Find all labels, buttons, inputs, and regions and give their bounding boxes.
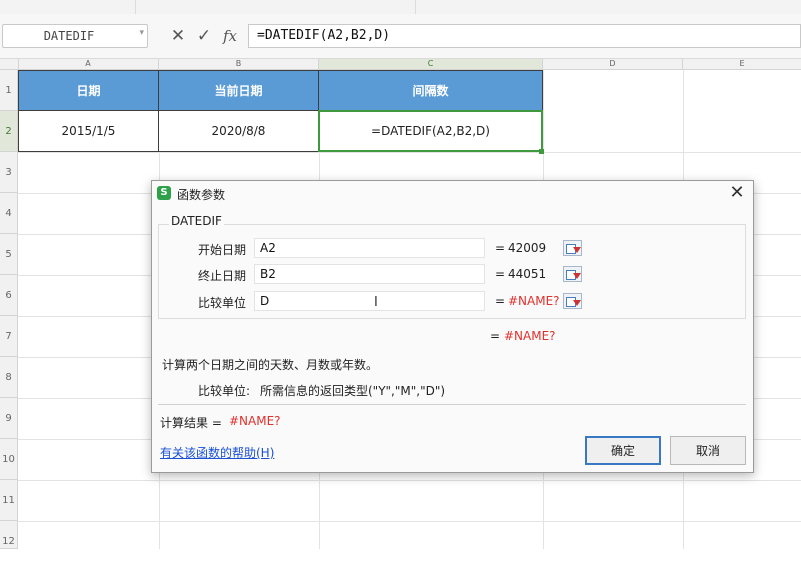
collapse-dialog-icon[interactable] <box>563 240 582 256</box>
arg-label-unit: 比较单位 <box>198 296 247 310</box>
cell-a2[interactable]: 2015/1/5 <box>18 110 159 152</box>
text-cursor-icon: I <box>374 295 378 310</box>
arg-result-end-date: 44051 <box>508 267 547 281</box>
arg-equals: = <box>495 267 506 281</box>
dialog-title-bar[interactable]: S 函数参数 ✕ <box>152 181 753 206</box>
close-icon[interactable]: ✕ <box>727 182 747 204</box>
arg-result-unit: #NAME? <box>508 294 560 308</box>
top-strip-segment <box>0 0 136 14</box>
dialog-title: 函数参数 <box>177 188 226 202</box>
row-header-3[interactable]: 3 <box>0 152 18 193</box>
x-icon[interactable]: ✕ <box>168 26 188 46</box>
row-header-7[interactable]: 7 <box>0 316 18 357</box>
column-header-e[interactable]: E <box>683 59 801 69</box>
cancel-button[interactable]: 取消 <box>670 436 746 465</box>
row-header-1[interactable]: 1 <box>0 70 18 111</box>
arg-input-unit[interactable]: D I <box>254 291 582 311</box>
row-header-11[interactable]: 11 <box>0 480 18 521</box>
top-strip <box>0 0 801 15</box>
arg-equals: = <box>495 241 506 255</box>
divider <box>158 404 746 405</box>
formula-text: =DATEDIF(A2,B2,D) <box>257 28 391 43</box>
select-all-corner[interactable] <box>0 59 19 69</box>
cell-a1[interactable]: 日期 <box>18 70 159 111</box>
arg-input-end-date[interactable]: B2 <box>254 264 582 284</box>
row-header-12[interactable]: 12 <box>0 521 18 549</box>
collapse-dialog-icon[interactable] <box>563 293 582 309</box>
calc-result-value: #NAME? <box>229 414 281 428</box>
collapse-dialog-icon[interactable] <box>563 266 582 282</box>
cell-c1[interactable]: 间隔数 <box>318 70 543 111</box>
arg-label-start-date: 开始日期 <box>198 243 247 257</box>
ok-button[interactable]: 确定 <box>585 436 661 465</box>
row-header-10[interactable]: 10 <box>0 439 18 480</box>
param-description-text: 所需信息的返回类型("Y","M","D") <box>260 384 446 398</box>
arg-value: D <box>260 294 270 308</box>
calc-result-label: 计算结果 = <box>160 416 222 430</box>
arg-value: A2 <box>260 241 276 255</box>
cell-c2-active[interactable]: =DATEDIF(A2,B2,D) <box>318 110 543 152</box>
name-box[interactable]: DATEDIF ▾ <box>2 24 148 48</box>
arg-input-start-date[interactable]: A2 <box>254 238 582 258</box>
row-header-4[interactable]: 4 <box>0 193 18 234</box>
column-headers: A B C D E <box>0 59 801 70</box>
function-name-label: DATEDIF <box>169 214 224 228</box>
check-icon[interactable]: ✓ <box>194 26 214 46</box>
cell-b2[interactable]: 2020/8/8 <box>158 110 319 152</box>
wps-logo-icon: S <box>157 186 171 200</box>
param-description-label: 比较单位: <box>198 384 251 398</box>
overall-result: #NAME? <box>504 329 556 343</box>
overall-equals: = <box>490 329 501 343</box>
formula-input[interactable]: =DATEDIF(A2,B2,D) <box>248 24 801 48</box>
chevron-down-icon[interactable]: ▾ <box>139 28 144 38</box>
name-box-value: DATEDIF <box>43 29 95 43</box>
row-header-8[interactable]: 8 <box>0 357 18 398</box>
arg-label-end-date: 终止日期 <box>198 269 247 283</box>
formula-bar: DATEDIF ▾ ✕ ✓ fx =DATEDIF(A2,B2,D) <box>0 14 801 59</box>
top-strip-segment <box>135 0 416 14</box>
column-header-d[interactable]: D <box>543 59 683 69</box>
function-description: 计算两个日期之间的天数、月数或年数。 <box>162 358 379 372</box>
cell-b1[interactable]: 当前日期 <box>158 70 319 111</box>
column-header-c[interactable]: C <box>319 59 543 69</box>
column-header-a[interactable]: A <box>18 59 159 69</box>
row-header-9[interactable]: 9 <box>0 398 18 439</box>
arg-value: B2 <box>260 267 276 281</box>
fx-icon[interactable]: fx <box>220 26 240 46</box>
arg-equals: = <box>495 294 506 308</box>
function-help-link[interactable]: 有关该函数的帮助(H) <box>160 444 274 461</box>
row-header-5[interactable]: 5 <box>0 234 18 275</box>
arg-result-start-date: 42009 <box>508 241 547 255</box>
row-header-6[interactable]: 6 <box>0 275 18 316</box>
row-header-2[interactable]: 2 <box>0 111 18 152</box>
column-header-b[interactable]: B <box>159 59 319 69</box>
fill-handle[interactable] <box>539 149 544 154</box>
function-arguments-dialog: S 函数参数 ✕ DATEDIF 开始日期 A2 = 42009 终止日期 B2… <box>151 180 754 473</box>
